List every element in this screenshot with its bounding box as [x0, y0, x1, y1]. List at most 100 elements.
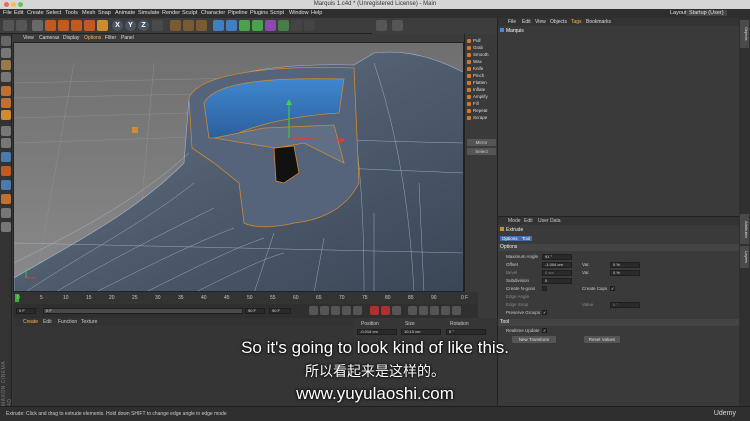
object-menu-file[interactable]: File — [508, 19, 516, 25]
menu-mesh[interactable]: Mesh — [82, 10, 95, 16]
preserve-groups-checkbox[interactable]: ✓ — [542, 310, 547, 315]
model-mode-icon[interactable] — [1, 48, 11, 58]
brush-pinch[interactable]: Pinch — [467, 73, 496, 80]
object-menu-objects[interactable]: Objects — [550, 19, 567, 25]
workplane-mode-icon[interactable] — [1, 72, 11, 82]
position-key-icon[interactable] — [408, 306, 417, 315]
menu-help[interactable]: Help — [311, 10, 322, 16]
max-angle-field[interactable]: 91 ° — [542, 254, 572, 260]
menu-render[interactable]: Render — [162, 10, 180, 16]
viewport-menu-display[interactable]: Display — [63, 35, 79, 41]
record-icon[interactable] — [370, 306, 379, 315]
texture-mode-icon[interactable] — [1, 60, 11, 70]
cube-icon[interactable] — [213, 20, 224, 31]
tab-objects-vertical[interactable]: Objects — [740, 20, 749, 48]
var2-field[interactable]: 0 % — [610, 270, 640, 276]
layout-select[interactable]: Startup (User) — [686, 10, 727, 16]
create-caps-checkbox[interactable]: ✓ — [610, 286, 615, 291]
goto-end-icon[interactable] — [353, 306, 362, 315]
menu-edit[interactable]: Edit — [14, 10, 23, 16]
menu-sculpt[interactable]: Sculpt — [182, 10, 197, 16]
redo-icon[interactable] — [16, 20, 27, 31]
tab-attributes-vertical[interactable]: Attributes — [740, 214, 749, 244]
brush-wax[interactable]: Wax — [467, 59, 496, 66]
snap-icon[interactable] — [376, 20, 387, 31]
goto-start-icon[interactable] — [309, 306, 318, 315]
offset-field[interactable]: -1.004 cm — [542, 262, 572, 268]
floor-icon[interactable] — [278, 20, 289, 31]
menu-simulate[interactable]: Simulate — [138, 10, 159, 16]
realtime-update-checkbox[interactable]: ✓ — [542, 328, 547, 333]
move-icon[interactable] — [45, 20, 56, 31]
camera-icon[interactable] — [291, 20, 302, 31]
brush-scrape[interactable]: Scrape — [467, 115, 496, 122]
material-menu-create[interactable]: Create — [23, 319, 38, 325]
attr-menu-mode[interactable]: Mode — [508, 218, 521, 224]
menu-character[interactable]: Character — [201, 10, 225, 16]
menu-select[interactable]: Select — [46, 10, 61, 16]
create-ngons-checkbox[interactable] — [542, 286, 547, 291]
make-editable-icon[interactable] — [1, 36, 11, 46]
undo-icon[interactable] — [3, 20, 14, 31]
prev-key-icon[interactable] — [320, 306, 329, 315]
material-menu-function[interactable]: Function — [58, 319, 77, 325]
live-select-icon[interactable] — [32, 20, 43, 31]
menu-plugins[interactable]: Plugins — [250, 10, 268, 16]
edges-mode-icon[interactable] — [1, 98, 11, 108]
brush-knife[interactable]: Knife — [467, 66, 496, 73]
light-icon[interactable] — [304, 20, 315, 31]
tab-tool[interactable]: Tool — [520, 236, 533, 241]
menu-snap[interactable]: Snap — [98, 10, 111, 16]
viewport-menu-view[interactable]: View — [23, 35, 34, 41]
z-axis-lock-icon[interactable]: Z — [138, 20, 149, 31]
brush-repeat[interactable]: Repeat — [467, 108, 496, 115]
x-axis-lock-icon[interactable]: X — [112, 20, 123, 31]
object-menu-bookmarks[interactable]: Bookmarks — [586, 19, 611, 25]
attr-menu-edit[interactable]: Edit — [524, 218, 533, 224]
subdivision-field[interactable]: 0 — [542, 278, 572, 284]
brush-inflate[interactable]: Inflate — [467, 87, 496, 94]
coord-system-icon[interactable] — [152, 20, 163, 31]
menu-tools[interactable]: Tools — [65, 10, 78, 16]
rotate-icon[interactable] — [71, 20, 82, 31]
y-axis-lock-icon[interactable]: Y — [125, 20, 136, 31]
menu-create[interactable]: Create — [27, 10, 44, 16]
viewport-menu-cameras[interactable]: Cameras — [39, 35, 59, 41]
render-picture-icon[interactable] — [183, 20, 194, 31]
scale-icon[interactable] — [58, 20, 69, 31]
viewport-menu-filter[interactable]: Filter — [105, 35, 116, 41]
next-key-icon[interactable] — [342, 306, 351, 315]
render-view-icon[interactable] — [170, 20, 181, 31]
axis-mode-icon[interactable] — [1, 126, 11, 136]
end-frame-field[interactable]: 90 F — [245, 308, 265, 314]
menu-window[interactable]: Window — [289, 10, 309, 16]
param-key-icon[interactable] — [441, 306, 450, 315]
scale-key-icon[interactable] — [419, 306, 428, 315]
value-field[interactable]: 0 ° — [610, 302, 640, 308]
select-button[interactable]: Select — [467, 148, 496, 155]
menu-animate[interactable]: Animate — [115, 10, 135, 16]
bevel-field[interactable]: 0 cm — [542, 270, 572, 276]
polygons-mode-icon[interactable] — [1, 110, 11, 120]
object-row-marquis[interactable]: Marquis — [500, 28, 560, 35]
brush-smooth[interactable]: Smooth — [467, 52, 496, 59]
timeline-ruler[interactable]: 0 5 10 15 20 25 30 35 40 45 50 55 60 65 … — [13, 292, 478, 304]
viewport-menu-panel[interactable]: Panel — [121, 35, 134, 41]
pen-icon[interactable] — [226, 20, 237, 31]
deformer-icon[interactable] — [265, 20, 276, 31]
tweak-mode-icon[interactable] — [1, 138, 11, 148]
array-icon[interactable] — [252, 20, 263, 31]
coord-x-size[interactable]: 10.10 cm — [401, 329, 441, 335]
brush-fill[interactable]: Fill — [467, 101, 496, 108]
brush-flatten[interactable]: Flatten — [467, 80, 496, 87]
snapping-icon[interactable] — [1, 166, 11, 176]
current-frame-field[interactable]: 0 F — [16, 308, 36, 314]
material-menu-edit[interactable]: Edit — [43, 319, 52, 325]
points-mode-icon[interactable] — [1, 86, 11, 96]
menu-script[interactable]: Script — [270, 10, 284, 16]
object-menu-edit[interactable]: Edit — [522, 19, 531, 25]
menu-pipeline[interactable]: Pipeline — [228, 10, 248, 16]
brush-grab[interactable]: Grab — [467, 45, 496, 52]
tab-options[interactable]: Options — [500, 236, 520, 241]
planar-workplane-icon[interactable] — [1, 208, 11, 218]
